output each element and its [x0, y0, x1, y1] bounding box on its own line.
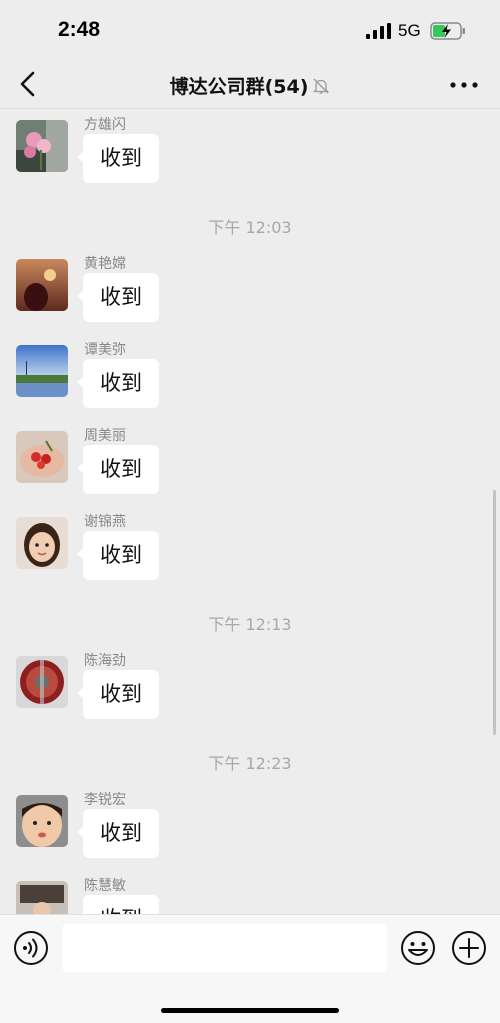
more-dots-icon[interactable]	[448, 80, 480, 90]
message-bubble[interactable]: 收到	[77, 531, 159, 580]
scrollbar[interactable]	[493, 490, 496, 735]
message-row: 陈海劲 收到	[0, 650, 500, 730]
home-indicator[interactable]	[161, 1008, 339, 1013]
message-bubble[interactable]: 收到	[77, 359, 159, 408]
sender-name: 周美丽	[84, 428, 126, 444]
sender-name: 陈慧敏	[84, 878, 126, 894]
avatar[interactable]	[16, 120, 68, 172]
message-bubble[interactable]: 收到	[77, 134, 159, 183]
input-bar	[0, 914, 500, 1023]
timestamp-divider: 下午 12:13	[208, 615, 292, 634]
bell-off-icon	[313, 78, 330, 94]
voice-icon[interactable]	[13, 930, 49, 966]
sender-name: 李锐宏	[84, 792, 126, 808]
nav-bar: 博达公司群(54)	[0, 60, 500, 109]
message-row: 周美丽 收到	[0, 425, 500, 505]
emoji-icon[interactable]	[400, 930, 436, 966]
timestamp-divider: 下午 12:03	[208, 218, 292, 237]
avatar[interactable]	[16, 517, 68, 569]
avatar[interactable]	[16, 431, 68, 483]
avatar[interactable]	[16, 259, 68, 311]
message-input[interactable]	[62, 924, 387, 972]
avatar[interactable]	[16, 881, 68, 914]
status-time: 2:48	[58, 18, 101, 41]
signal-icon	[366, 23, 391, 39]
sender-name: 谭美弥	[84, 342, 126, 358]
message-row: 黄艳嫦 收到	[0, 253, 500, 333]
message-row: 方雄闪 收到	[0, 114, 500, 194]
message-row: 谢锦燕 收到	[0, 511, 500, 591]
message-bubble[interactable]: 收到	[77, 809, 159, 858]
message-row: 李锐宏 收到	[0, 789, 500, 869]
sender-name: 方雄闪	[84, 117, 126, 133]
message-row: 陈慧敏 收到	[0, 875, 500, 914]
message-bubble[interactable]: 收到	[77, 445, 159, 494]
avatar[interactable]	[16, 795, 68, 847]
battery-charging-icon	[430, 22, 465, 40]
avatar[interactable]	[16, 656, 68, 708]
timestamp-divider: 下午 12:23	[208, 754, 292, 773]
message-row: 谭美弥 收到	[0, 339, 500, 419]
sender-name: 黄艳嫦	[84, 256, 126, 272]
network-label: 5G	[398, 21, 421, 40]
group-name: 博达公司群(54)	[169, 76, 309, 98]
message-bubble[interactable]: 收到	[77, 670, 159, 719]
chat-title: 博达公司群(54)	[0, 72, 500, 99]
chat-message-list[interactable]: 方雄闪 收到 下午 12:03 黄艳嫦 收到 谭美弥 收到 周美丽 收到 谢锦燕…	[0, 109, 500, 914]
avatar[interactable]	[16, 345, 68, 397]
sender-name: 谢锦燕	[84, 514, 126, 530]
message-bubble[interactable]: 收到	[77, 895, 159, 914]
message-bubble[interactable]: 收到	[77, 273, 159, 322]
plus-circle-icon[interactable]	[451, 930, 487, 966]
status-bar: 2:48 5G	[0, 0, 500, 60]
sender-name: 陈海劲	[84, 653, 126, 669]
